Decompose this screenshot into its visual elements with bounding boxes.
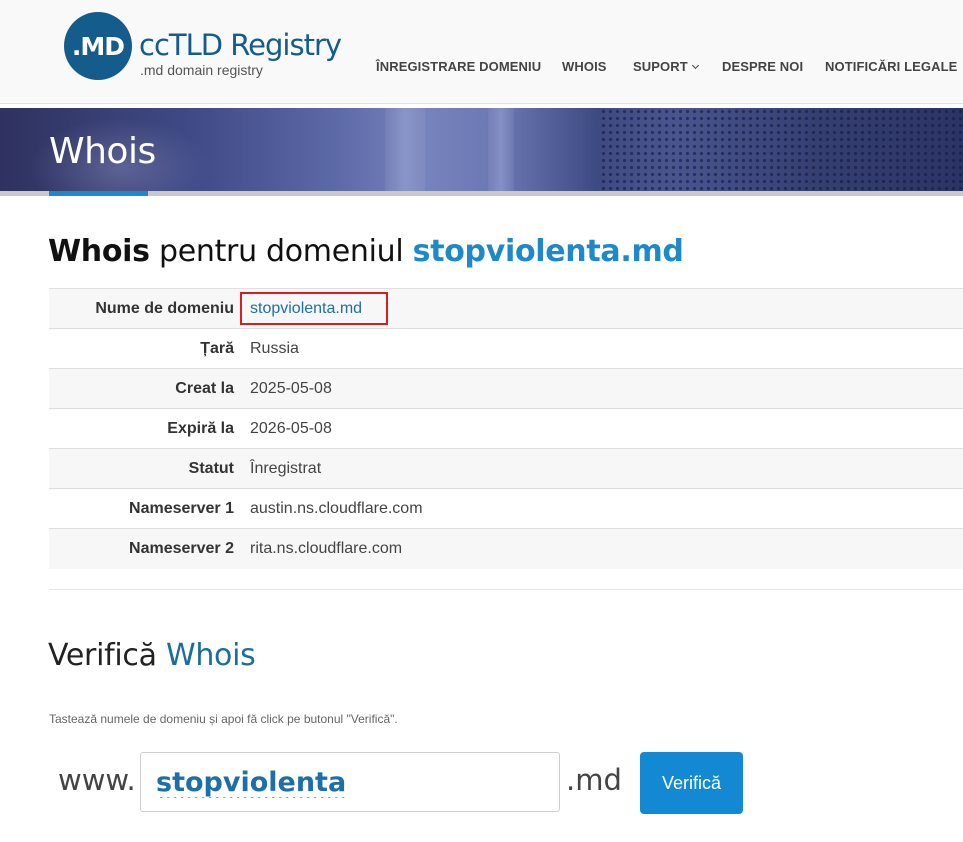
check-instruction: Tastează numele de domeniu și apoi fă cl… — [49, 712, 398, 726]
row-label: Expiră la — [167, 420, 234, 437]
nav-inregistrare-domeniu[interactable]: ÎNREGISTRARE DOMENIU — [376, 59, 541, 75]
nav-suport[interactable]: SUPORT — [633, 59, 699, 75]
row-label: Nameserver 2 — [129, 540, 234, 557]
nav-suport-label: SUPORT — [633, 59, 688, 74]
highlight-box — [240, 292, 388, 325]
check-section-title: Verifică Whois — [48, 637, 256, 675]
verify-button[interactable]: Verifică — [640, 752, 743, 814]
table-row: Statut Înregistrat — [49, 449, 963, 489]
banner-decoration — [488, 108, 514, 191]
banner-accent-bar — [49, 191, 148, 196]
logo-mark[interactable]: .MD — [64, 12, 132, 80]
row-value: austin.ns.cloudflare.com — [250, 500, 423, 517]
check-title-accent: Whois — [165, 638, 256, 673]
row-label: Nume de domeniu — [95, 300, 234, 317]
table-row: Nameserver 2 rita.ns.cloudflare.com — [49, 529, 963, 569]
nav-despre-noi[interactable]: DESPRE NOI — [722, 59, 803, 75]
chevron-down-icon — [691, 61, 699, 70]
page-title: Whois — [49, 131, 156, 172]
table-row: Creat la 2025-05-08 — [49, 369, 963, 409]
row-value: Russia — [250, 340, 299, 357]
row-label: Statut — [188, 460, 234, 477]
logo-subtitle: .md domain registry — [140, 62, 263, 78]
row-value: Înregistrat — [250, 460, 322, 477]
nav-whois[interactable]: WHOIS — [562, 59, 607, 75]
whois-result-heading: Whois pentru domeniul stopviolenta.md — [48, 232, 684, 272]
table-row: Nume de domeniu stopviolenta.md — [49, 289, 963, 329]
table-row: Nameserver 1 austin.ns.cloudflare.com — [49, 489, 963, 529]
section-divider — [49, 589, 963, 590]
row-value: 2025-05-08 — [250, 380, 332, 397]
table-row: Țară Russia — [49, 329, 963, 369]
heading-bold: Whois — [48, 234, 150, 269]
row-label: Creat la — [175, 380, 234, 397]
row-value: 2026-05-08 — [250, 420, 332, 437]
heading-text: pentru domeniul — [158, 234, 404, 269]
row-value: rita.ns.cloudflare.com — [250, 540, 403, 557]
domain-search-input[interactable] — [140, 752, 560, 812]
page-banner: Whois — [0, 108, 963, 191]
table-row: Expiră la 2026-05-08 — [49, 409, 963, 449]
banner-decoration — [385, 108, 425, 191]
tld-suffix: .md — [566, 763, 622, 797]
row-label: Nameserver 1 — [129, 500, 234, 517]
www-prefix: www. — [58, 763, 136, 797]
site-header: .MD ccTLD Registry .md domain registry Î… — [0, 0, 963, 104]
heading-domain: stopviolenta.md — [412, 234, 684, 269]
logo-title[interactable]: ccTLD Registry — [139, 28, 342, 62]
nav-notificari-legale[interactable]: NOTIFICĂRI LEGALE — [825, 59, 957, 75]
check-title: Verifică — [48, 638, 157, 673]
whois-table: Nume de domeniu stopviolenta.md Țară Rus… — [49, 288, 963, 569]
banner-decoration — [600, 108, 963, 191]
row-label: Țară — [200, 340, 234, 357]
